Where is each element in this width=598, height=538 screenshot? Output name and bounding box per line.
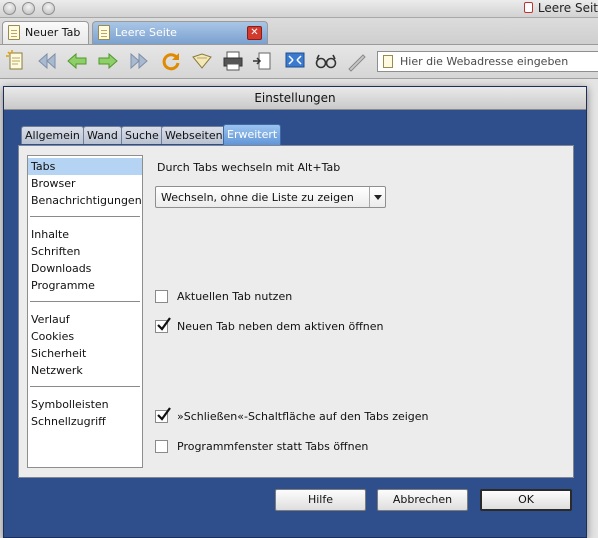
- tab-label: Leere Seite: [115, 26, 177, 39]
- cancel-button[interactable]: Abbrechen: [377, 489, 468, 511]
- chevron-down-icon: [369, 187, 385, 207]
- address-bar[interactable]: [377, 51, 598, 72]
- category-separator: [30, 216, 140, 217]
- category-inhalte[interactable]: Inhalte: [28, 226, 142, 243]
- checkmark-icon: [157, 317, 171, 331]
- new-page-icon[interactable]: [4, 49, 28, 73]
- tab-webseiten[interactable]: Webseiten: [161, 126, 227, 144]
- fullscreen-icon[interactable]: [283, 49, 307, 73]
- bookmark-icon[interactable]: [190, 49, 214, 73]
- checkmark-icon: [157, 407, 171, 421]
- tab-erweitert[interactable]: Erweitert: [223, 124, 282, 145]
- window-title: Leere Seit: [523, 0, 598, 17]
- category-programme[interactable]: Programme: [28, 277, 142, 294]
- reload-icon[interactable]: [159, 49, 183, 73]
- forward-icon[interactable]: [96, 49, 120, 73]
- rewind-icon[interactable]: [35, 49, 59, 73]
- page-icon: [8, 25, 20, 40]
- category-verlauf[interactable]: Verlauf: [28, 311, 142, 328]
- tab-cycle-label: Durch Tabs wechseln mit Alt+Tab: [157, 161, 341, 174]
- tab-label: Neuer Tab: [25, 26, 81, 39]
- page-icon: [523, 2, 533, 13]
- tab-wand[interactable]: Wand: [83, 126, 122, 144]
- category-benachrichtigungen[interactable]: Benachrichtigungen: [28, 192, 142, 209]
- glasses-icon[interactable]: [314, 49, 338, 73]
- tab-cycle-value: Wechseln, ohne die Liste zu zeigen: [161, 191, 354, 204]
- page-arrow-icon[interactable]: [251, 49, 275, 73]
- dialog-title: Einstellungen: [4, 87, 586, 110]
- close-window-button[interactable]: [3, 2, 16, 15]
- fast-forward-icon[interactable]: [127, 49, 151, 73]
- category-netzwerk[interactable]: Netzwerk: [28, 362, 142, 379]
- ok-button[interactable]: OK: [480, 489, 572, 511]
- option-label: Aktuellen Tab nutzen: [177, 290, 293, 303]
- print-icon[interactable]: [221, 49, 245, 73]
- page-icon: [98, 25, 110, 40]
- category-list: Tabs Browser Benachrichtigungen Inhalte …: [27, 155, 143, 468]
- page-icon: [383, 55, 393, 68]
- option-label: »Schließen«-Schaltfläche auf den Tabs ze…: [177, 410, 429, 423]
- tab-cycle-select[interactable]: Wechseln, ohne die Liste zu zeigen: [155, 186, 386, 208]
- tab-neuer-tab[interactable]: Neuer Tab: [2, 21, 89, 44]
- help-button[interactable]: Hilfe: [275, 489, 366, 511]
- address-input[interactable]: [400, 53, 598, 70]
- checkbox-neuen-tab-neben-aktivem[interactable]: [155, 317, 171, 333]
- pen-icon[interactable]: [345, 49, 369, 73]
- category-downloads[interactable]: Downloads: [28, 260, 142, 277]
- minimize-window-button[interactable]: [22, 2, 35, 15]
- tab-suche[interactable]: Suche: [121, 126, 163, 144]
- checkbox-schliessen-schaltflaeche[interactable]: [155, 407, 171, 423]
- category-separator: [30, 386, 140, 387]
- tab-strip: Neuer Tab Leere Seite ✕: [0, 18, 598, 45]
- category-sicherheit[interactable]: Sicherheit: [28, 345, 142, 362]
- category-schnellzugriff[interactable]: Schnellzugriff: [28, 413, 142, 430]
- category-schriften[interactable]: Schriften: [28, 243, 142, 260]
- category-cookies[interactable]: Cookies: [28, 328, 142, 345]
- close-tab-icon[interactable]: ✕: [247, 26, 262, 40]
- toolbar: [0, 45, 598, 79]
- category-browser[interactable]: Browser: [28, 175, 142, 192]
- zoom-window-button[interactable]: [42, 2, 55, 15]
- category-tabs[interactable]: Tabs: [28, 158, 142, 175]
- option-label: Neuen Tab neben dem aktiven öffnen: [177, 320, 384, 333]
- window-titlebar: Leere Seit: [0, 0, 598, 18]
- checkbox-programmfenster-statt-tabs[interactable]: [155, 440, 168, 453]
- window-title-text: Leere Seit: [537, 1, 598, 15]
- tab-leere-seite[interactable]: Leere Seite ✕: [92, 21, 268, 44]
- back-icon[interactable]: [65, 49, 89, 73]
- checkbox-aktuellen-tab-nutzen[interactable]: [155, 290, 168, 303]
- category-symbolleisten[interactable]: Symbolleisten: [28, 396, 142, 413]
- category-separator: [30, 301, 140, 302]
- tab-allgemein[interactable]: Allgemein: [21, 126, 84, 144]
- option-label: Programmfenster statt Tabs öffnen: [177, 440, 369, 453]
